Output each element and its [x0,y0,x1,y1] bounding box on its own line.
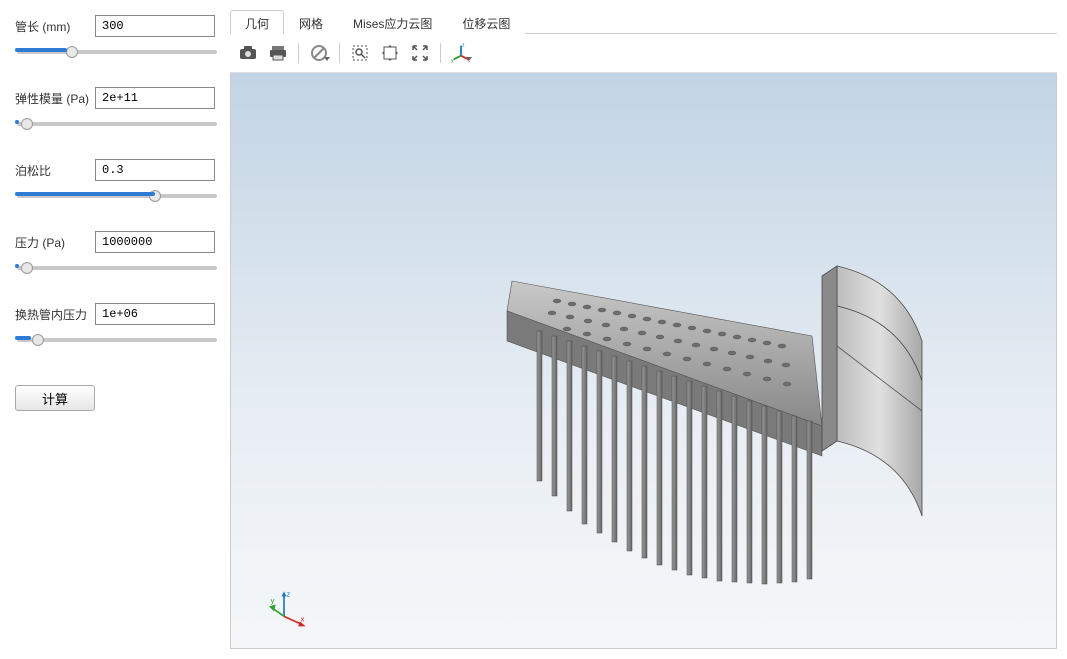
viewport-3d[interactable]: z x y [230,73,1057,649]
sidebar: 管长 (mm) 弹性模量 (Pa) 泊松比 压力 (Pa) 换热管内压力 [0,0,230,659]
param-row-poisson: 泊松比 [15,159,220,181]
param-input-poisson[interactable] [95,159,215,181]
axis-label-x: x [301,614,305,623]
param-input-length[interactable] [95,15,215,37]
tab-mises[interactable]: Mises应力云图 [338,10,447,34]
print-icon[interactable] [264,40,292,66]
chevron-down-icon [324,57,330,61]
param-input-modulus[interactable] [95,87,215,109]
param-row-modulus: 弹性模量 (Pa) [15,87,220,109]
param-slider-tube-pressure-wrap [15,331,215,345]
param-row-pressure: 压力 (Pa) [15,231,220,253]
param-label-poisson: 泊松比 [15,162,95,179]
geometry-model [392,221,952,621]
axis-label-y: y [271,596,275,605]
toolbar-separator-2 [339,43,340,63]
zoom-box-icon[interactable] [346,40,374,66]
param-slider-pressure[interactable] [17,266,217,270]
toolbar-separator-3 [440,43,441,63]
toolbar: zxy [230,34,1057,73]
param-slider-modulus-wrap [15,115,215,129]
zoom-extents-icon[interactable] [406,40,434,66]
param-label-length: 管长 (mm) [15,18,95,35]
param-row-tube-pressure: 换热管内压力 [15,303,220,325]
chevron-down-icon [466,57,472,61]
param-slider-poisson-wrap [15,187,215,201]
axis-label-z: z [287,589,291,598]
toolbar-separator-1 [298,43,299,63]
tab-geometry[interactable]: 几何 [230,10,284,34]
svg-text:z: z [462,43,465,49]
pan-icon[interactable] [376,40,404,66]
svg-text:y: y [451,58,454,63]
axis-gizmo: z x y [269,588,309,628]
param-input-tube-pressure[interactable] [95,303,215,325]
tab-mesh[interactable]: 网格 [284,10,338,34]
param-label-modulus: 弹性模量 (Pa) [15,90,95,107]
calculate-button[interactable]: 计算 [15,385,95,411]
param-slider-pressure-wrap [15,259,215,273]
main-panel: 几何 网格 Mises应力云图 位移云图 [230,0,1067,659]
param-slider-length[interactable] [17,50,217,54]
tab-bar: 几何 网格 Mises应力云图 位移云图 [230,10,1057,34]
axis-orient-icon[interactable]: zxy [447,40,475,66]
param-row-length: 管长 (mm) [15,15,220,37]
param-slider-poisson[interactable] [17,194,217,198]
param-label-pressure: 压力 (Pa) [15,234,95,251]
param-input-pressure[interactable] [95,231,215,253]
tab-displacement[interactable]: 位移云图 [447,10,525,34]
param-slider-length-wrap [15,43,215,57]
param-label-tube-pressure: 换热管内压力 [15,306,95,323]
camera-icon[interactable] [234,40,262,66]
param-slider-modulus[interactable] [17,122,217,126]
param-slider-tube-pressure[interactable] [17,338,217,342]
forbidden-icon[interactable] [305,40,333,66]
